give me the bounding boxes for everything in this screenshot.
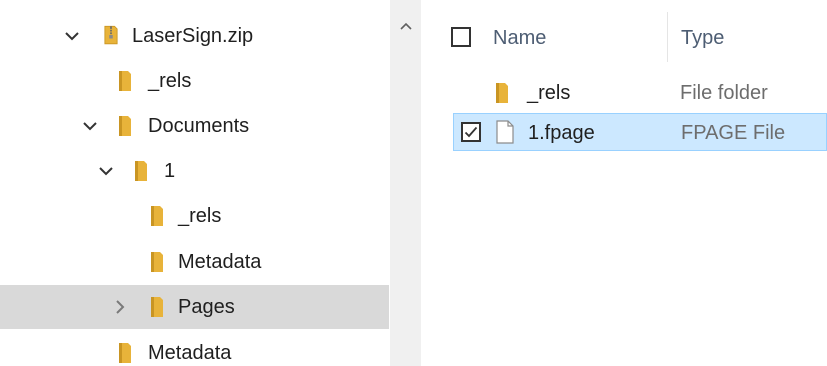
- nav-item-label: Pages: [178, 296, 235, 318]
- chevron-down-icon[interactable]: [80, 104, 100, 148]
- folder-icon: [119, 116, 131, 136]
- navigation-pane: LaserSign.zip _rels Documents 1 _rels Me…: [0, 0, 390, 366]
- folder-icon: [119, 343, 131, 363]
- file-explorer-window: LaserSign.zip _rels Documents 1 _rels Me…: [0, 0, 827, 366]
- chevron-down-icon[interactable]: [62, 14, 82, 58]
- select-all-checkbox[interactable]: [451, 27, 471, 47]
- nav-item-metadata[interactable]: Metadata: [0, 331, 389, 366]
- folder-icon: [151, 297, 163, 317]
- nav-item-label: 1: [164, 160, 176, 182]
- folder-icon: [119, 71, 131, 91]
- row-checkbox[interactable]: [461, 122, 481, 142]
- nav-item-label: _rels: [148, 70, 192, 92]
- zip-folder-icon: [104, 25, 118, 45]
- scroll-up-button[interactable]: [390, 14, 421, 38]
- folder-icon: [151, 252, 163, 272]
- nav-item-lasersign-zip[interactable]: LaserSign.zip: [0, 14, 389, 58]
- column-header-name[interactable]: Name: [493, 0, 546, 72]
- nav-item-label: Metadata: [148, 342, 232, 364]
- nav-item-1[interactable]: 1: [0, 149, 389, 193]
- file-type: File folder: [680, 82, 768, 104]
- chevron-down-icon[interactable]: [96, 149, 116, 193]
- checkmark-icon: [464, 126, 478, 138]
- column-divider[interactable]: [667, 12, 668, 62]
- column-header-type[interactable]: Type: [681, 0, 724, 72]
- file-row-rels[interactable]: _rels File folder: [453, 74, 827, 112]
- nav-item-pages[interactable]: Pages: [0, 285, 389, 329]
- nav-item-label: Documents: [148, 115, 250, 137]
- chevron-up-icon: [399, 22, 412, 30]
- folder-icon: [135, 161, 147, 181]
- folder-icon: [151, 206, 163, 226]
- nav-pane-scrollbar[interactable]: [390, 0, 421, 366]
- chevron-right-icon[interactable]: [110, 285, 130, 329]
- nav-item-label: _rels: [178, 205, 222, 227]
- nav-item-label: Metadata: [178, 251, 262, 273]
- nav-item-label: LaserSign.zip: [132, 25, 254, 47]
- file-name: 1.fpage: [528, 122, 595, 144]
- nav-item-documents[interactable]: Documents: [0, 104, 389, 148]
- nav-item-rels-nested[interactable]: _rels: [0, 194, 389, 238]
- file-name: _rels: [527, 82, 571, 104]
- file-row-1-fpage[interactable]: 1.fpage FPAGE File: [453, 113, 827, 151]
- file-type: FPAGE File: [681, 122, 786, 144]
- document-icon: [496, 120, 514, 144]
- nav-item-metadata-nested[interactable]: Metadata: [0, 240, 389, 284]
- file-list-pane: Name Type _rels File folder 1.fpage FPAG…: [421, 0, 827, 366]
- nav-item-rels[interactable]: _rels: [0, 59, 389, 103]
- folder-icon: [496, 83, 508, 103]
